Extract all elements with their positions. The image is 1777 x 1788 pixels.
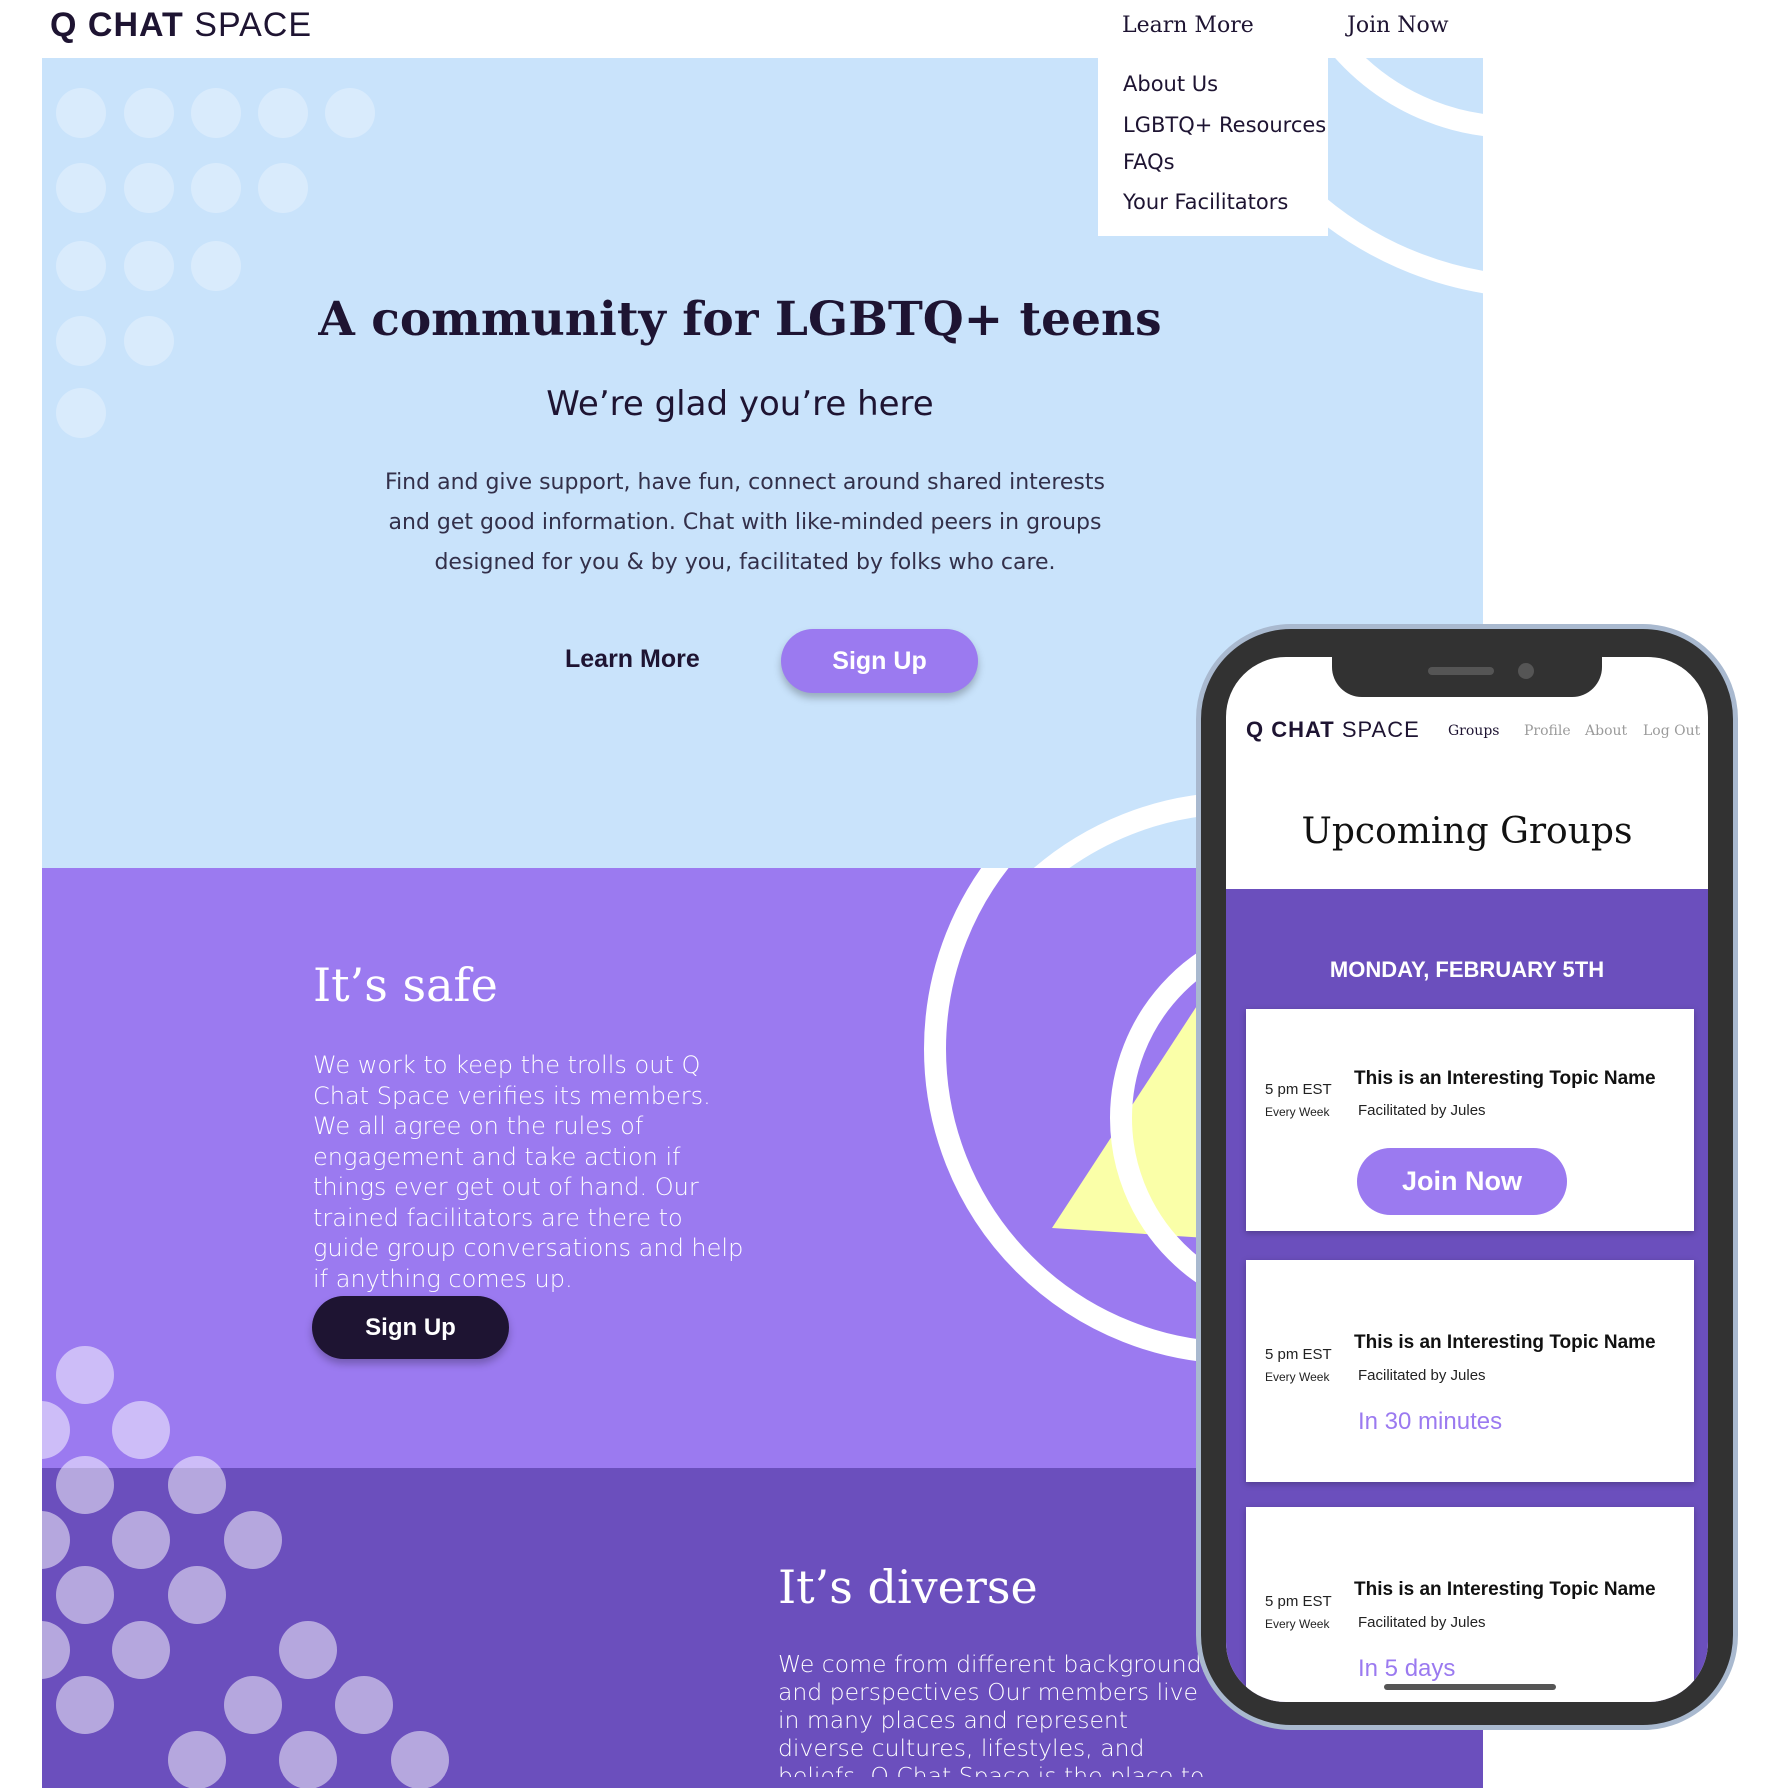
decor-dot — [191, 241, 241, 291]
decor-dot — [56, 1346, 114, 1404]
decor-dot — [112, 1621, 170, 1679]
group-time: 5 pm EST — [1265, 1346, 1332, 1363]
decor-dot — [391, 1731, 449, 1788]
group-time: 5 pm EST — [1265, 1593, 1332, 1610]
group-card[interactable]: 5 pm EST Every Week This is an Interesti… — [1246, 1260, 1694, 1482]
decor-dot — [56, 88, 106, 138]
decor-dot — [224, 1511, 282, 1569]
logo-bold: Q CHAT — [50, 6, 184, 44]
diverse-title: It’s diverse — [778, 1560, 1038, 1614]
hero-body-line: and get good information. Chat with like… — [388, 510, 1102, 535]
site-logo[interactable]: Q CHAT SPACE — [50, 6, 312, 45]
decor-dot — [168, 1731, 226, 1788]
logo-light: SPACE — [194, 6, 313, 44]
phone-page-title: Upcoming Groups — [1301, 811, 1633, 852]
phone-mockup: Q CHAT SPACE Groups Profile About Log Ou… — [1196, 624, 1738, 1730]
safe-body: We work to keep the trolls out Q Chat Sp… — [313, 1051, 744, 1293]
hero-subtitle: We’re glad you’re here — [546, 384, 934, 424]
decor-dot — [168, 1468, 226, 1514]
decor-dot — [56, 1468, 114, 1514]
decor-dot — [224, 1676, 282, 1734]
decor-dot — [191, 88, 241, 138]
group-frequency: Every Week — [1265, 1617, 1330, 1631]
nav-learn-more[interactable]: Learn More — [1122, 13, 1254, 38]
phone-logo-light: SPACE — [1341, 717, 1420, 742]
decor-dot — [258, 163, 308, 213]
decor-dot — [124, 88, 174, 138]
group-facilitator: Facilitated by Jules — [1358, 1367, 1486, 1384]
hero-body: Find and give support, have fun, connect… — [380, 463, 1110, 583]
join-now-button[interactable]: Join Now — [1357, 1148, 1567, 1215]
decor-dot — [279, 1621, 337, 1679]
decor-dot — [168, 1566, 226, 1624]
speaker-icon — [1428, 667, 1494, 675]
decor-dot — [191, 163, 241, 213]
group-card[interactable]: 5 pm EST Every Week This is an Interesti… — [1246, 1507, 1694, 1702]
nav-join-now[interactable]: Join Now — [1347, 13, 1449, 38]
decor-dot — [42, 1511, 70, 1569]
group-facilitator: Facilitated by Jules — [1358, 1102, 1486, 1119]
decor-dot — [279, 1731, 337, 1788]
group-frequency: Every Week — [1265, 1105, 1330, 1119]
decor-dot — [124, 163, 174, 213]
group-facilitator: Facilitated by Jules — [1358, 1614, 1486, 1631]
group-topic: This is an Interesting Topic Name — [1354, 1579, 1656, 1600]
phone-nav-groups[interactable]: Groups — [1448, 723, 1499, 739]
group-countdown: In 30 minutes — [1358, 1408, 1503, 1435]
hero-body-line: Find and give support, have fun, connect… — [385, 470, 1105, 495]
phone-date-heading: MONDAY, FEBRUARY 5TH — [1329, 957, 1605, 982]
home-indicator — [1384, 1684, 1556, 1690]
phone-notch — [1332, 657, 1602, 697]
diverse-body: We come from different backgrounds and p… — [778, 1650, 1214, 1777]
safe-sign-up-button[interactable]: Sign Up — [312, 1296, 509, 1359]
phone-nav-profile[interactable]: Profile — [1524, 723, 1571, 739]
learn-more-dropdown: About Us LGBTQ+ Resources FAQs Your Faci… — [1098, 58, 1328, 236]
decor-dot — [124, 241, 174, 291]
decor-dot — [325, 88, 375, 138]
group-topic: This is an Interesting Topic Name — [1354, 1068, 1656, 1089]
phone-logo[interactable]: Q CHAT SPACE — [1246, 717, 1420, 743]
dropdown-item-facilitators[interactable]: Your Facilitators — [1123, 190, 1288, 214]
hero-learn-more-button[interactable]: Learn More — [565, 645, 700, 674]
camera-icon — [1518, 663, 1534, 679]
dropdown-item-faqs[interactable]: FAQs — [1123, 150, 1175, 174]
dropdown-item-lgbtq-resources[interactable]: LGBTQ+ Resources — [1123, 113, 1326, 137]
decor-dot — [56, 163, 106, 213]
phone-nav-logout[interactable]: Log Out — [1643, 723, 1700, 739]
group-countdown: In 5 days — [1358, 1655, 1456, 1682]
phone-logo-bold: Q CHAT — [1246, 717, 1335, 742]
decor-dot — [42, 1621, 70, 1679]
hero-title: A community for LGBTQ+ teens — [318, 292, 1162, 347]
group-time: 5 pm EST — [1265, 1081, 1332, 1098]
hero-sign-up-button[interactable]: Sign Up — [781, 629, 978, 693]
safe-title: It’s safe — [313, 958, 498, 1012]
phone-nav-about[interactable]: About — [1585, 723, 1627, 739]
hero-body-line: designed for you & by you, facilitated b… — [434, 550, 1056, 575]
dropdown-item-about-us[interactable]: About Us — [1123, 72, 1218, 96]
decor-dot — [112, 1511, 170, 1569]
decor-dot — [112, 1401, 170, 1459]
decor-dot — [335, 1676, 393, 1734]
phone-screen: Q CHAT SPACE Groups Profile About Log Ou… — [1226, 657, 1708, 1702]
decor-dot — [258, 88, 308, 138]
decor-dot — [56, 1566, 114, 1624]
group-topic: This is an Interesting Topic Name — [1354, 1332, 1656, 1353]
decor-dot — [56, 241, 106, 291]
decor-dot — [56, 1676, 114, 1734]
group-card[interactable]: 5 pm EST Every Week This is an Interesti… — [1246, 1009, 1694, 1231]
group-frequency: Every Week — [1265, 1370, 1330, 1384]
